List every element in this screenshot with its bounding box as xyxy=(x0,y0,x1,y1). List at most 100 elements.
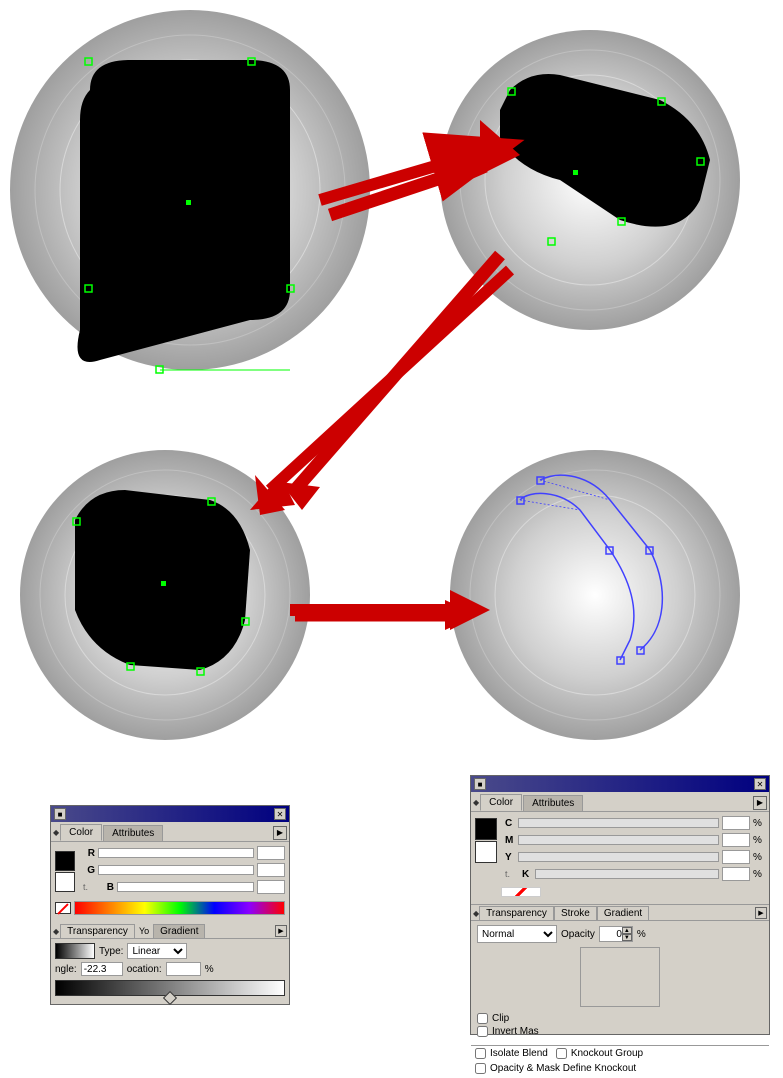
panel-close-btn-left[interactable]: ■ xyxy=(54,808,66,820)
opacity-mask-define-row: Opacity & Mask Define Knockout xyxy=(475,1063,765,1074)
gradient-diamond[interactable] xyxy=(163,991,177,1005)
location-input[interactable] xyxy=(166,962,201,976)
opacity-down-btn[interactable]: ▼ xyxy=(622,934,632,941)
subtab-transparency-left[interactable]: Transparency xyxy=(60,924,135,938)
r-value[interactable] xyxy=(257,846,285,860)
knockout-group-row: Knockout Group xyxy=(556,1048,643,1059)
isolate-blend-row: Isolate Blend xyxy=(475,1048,548,1059)
color-content-left: R G t. B xyxy=(51,842,289,922)
circle-top-left xyxy=(10,10,370,370)
rainbow-bar[interactable] xyxy=(74,901,285,915)
opacity-arrows: ▲ ▼ xyxy=(622,927,632,941)
opacity-mask-define-checkbox[interactable] xyxy=(475,1063,486,1074)
g-value[interactable] xyxy=(257,863,285,877)
color-swatch-group xyxy=(55,851,75,892)
subtab-transparency-right[interactable]: Transparency xyxy=(479,906,554,920)
m-slider[interactable] xyxy=(518,835,719,845)
subtab-stroke-right[interactable]: Stroke xyxy=(554,906,597,920)
c-slider[interactable] xyxy=(518,818,719,828)
gradient-preview-swatch[interactable] xyxy=(55,943,95,959)
location-label: ocation: xyxy=(127,964,162,975)
panel-options-arrow-left[interactable]: ▶ xyxy=(273,826,287,840)
m-value[interactable] xyxy=(722,833,750,847)
pct-indicator: % xyxy=(637,929,646,940)
right-fg-swatch[interactable] xyxy=(475,818,497,840)
panel-options-arrow-right[interactable]: ▶ xyxy=(753,796,767,810)
k-slider[interactable] xyxy=(535,869,719,879)
panel-maximize-btn-left[interactable]: ✕ xyxy=(274,808,286,820)
right-none-swatch[interactable] xyxy=(501,887,541,897)
panel-titlebar-right: ■ ✕ xyxy=(471,776,769,792)
panel-titlebar-left: ■ ✕ xyxy=(51,806,289,822)
m-label: M xyxy=(505,835,515,846)
panels-area: ■ ✕ ◆ Color Attributes ▶ R xyxy=(0,760,783,1047)
b-slider[interactable] xyxy=(117,882,254,892)
b-value[interactable] xyxy=(257,880,285,894)
opacity-input[interactable] xyxy=(600,927,622,941)
angle-input[interactable] xyxy=(81,962,123,976)
opacity-up-btn[interactable]: ▲ xyxy=(622,927,632,934)
panel-tabs-left: ◆ Color Attributes ▶ xyxy=(51,822,289,842)
blend-mode-select[interactable]: Normal Multiply Screen xyxy=(477,925,557,943)
clip-row: Clip xyxy=(477,1013,763,1024)
m-slider-row: M % xyxy=(501,833,765,847)
r-slider[interactable] xyxy=(98,848,254,858)
angle-label: ngle: xyxy=(55,964,77,975)
t-indicator-right: t. xyxy=(505,869,519,879)
isolate-knockout-row: Isolate Blend Knockout Group xyxy=(475,1048,765,1061)
gradient-preview-row: Type: Linear Radial xyxy=(55,943,285,959)
foreground-swatch[interactable] xyxy=(55,851,75,871)
pct-label: % xyxy=(205,964,214,975)
panel-maximize-btn-right[interactable]: ✕ xyxy=(754,778,766,790)
type-label: Type: xyxy=(99,946,123,957)
subtab-gradient-right[interactable]: Gradient xyxy=(597,906,649,920)
y-label: Y xyxy=(505,852,515,863)
clip-invert-section: Clip Invert Mas xyxy=(477,1011,763,1041)
tab-attributes-left[interactable]: Attributes xyxy=(103,825,163,841)
invert-mask-row: Invert Mas xyxy=(477,1026,763,1037)
color-preview-row: R G t. B xyxy=(55,846,285,897)
right-swatch-group xyxy=(475,818,497,863)
panel-color-right: ■ ✕ ◆ Color Attributes ▶ C xyxy=(470,775,770,1035)
subtab-yo-label: Yo xyxy=(136,925,152,937)
invert-mask-label: Invert Mas xyxy=(492,1026,539,1037)
cmyk-section: C % M % Y xyxy=(471,812,769,904)
right-bg-swatch[interactable] xyxy=(475,841,497,863)
tab-attributes-right[interactable]: Attributes xyxy=(523,795,583,811)
k-label: K xyxy=(522,869,532,880)
subtab-gradient-left[interactable]: Gradient xyxy=(153,924,205,938)
k-slider-row: t. K % xyxy=(501,867,765,881)
circle-top-right xyxy=(440,30,740,330)
y-slider[interactable] xyxy=(518,852,719,862)
transparency-preview xyxy=(580,947,660,1007)
k-value[interactable] xyxy=(722,867,750,881)
y-value[interactable] xyxy=(722,850,750,864)
isolate-blend-checkbox[interactable] xyxy=(475,1048,486,1059)
rainbow-bar-row xyxy=(55,901,285,915)
y-slider-row: Y % xyxy=(501,850,765,864)
cmyk-with-swatch: C % M % Y xyxy=(475,816,765,884)
tab-arrow-left: ◆ xyxy=(53,828,59,837)
subtab-options-arrow[interactable]: ▶ xyxy=(275,925,287,937)
panel-close-btn-right[interactable]: ■ xyxy=(474,778,486,790)
g-slider[interactable] xyxy=(98,865,254,875)
transparency-content: Normal Multiply Screen Opacity ▲ ▼ % xyxy=(471,921,769,1045)
c-value[interactable] xyxy=(722,816,750,830)
tab-color-left[interactable]: Color xyxy=(60,824,102,841)
c-pct: % xyxy=(753,818,761,829)
none-swatch[interactable] xyxy=(55,902,71,914)
r-slider-row: R xyxy=(83,846,285,860)
subtab-row-left: ◆ Transparency Yo Gradient ▶ xyxy=(51,922,289,939)
knockout-group-label: Knockout Group xyxy=(571,1048,643,1059)
subtab-options-arrow-right[interactable]: ▶ xyxy=(755,907,767,919)
gradient-bar[interactable] xyxy=(55,980,285,996)
panel-tabs-right: ◆ Color Attributes ▶ xyxy=(471,792,769,812)
opacity-stepper[interactable]: ▲ ▼ xyxy=(599,926,633,942)
type-select[interactable]: Linear Radial xyxy=(127,943,187,959)
y-pct: % xyxy=(753,852,761,863)
clip-checkbox[interactable] xyxy=(477,1013,488,1024)
knockout-group-checkbox[interactable] xyxy=(556,1048,567,1059)
background-swatch[interactable] xyxy=(55,872,75,892)
invert-mask-checkbox[interactable] xyxy=(477,1026,488,1037)
tab-color-right[interactable]: Color xyxy=(480,794,522,811)
